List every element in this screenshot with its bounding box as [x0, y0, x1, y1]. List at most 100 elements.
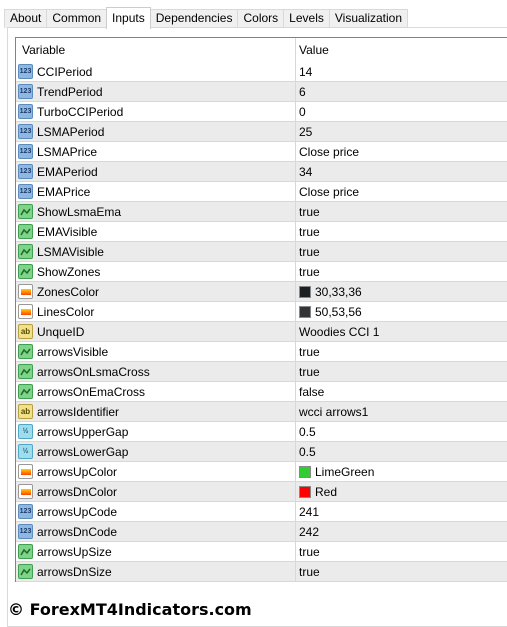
value-cell[interactable]: LimeGreen: [296, 462, 374, 481]
variable-value: true: [299, 264, 320, 279]
table-row[interactable]: ½ arrowsLowerGap 0.5: [16, 442, 507, 462]
value-cell[interactable]: Woodies CCI 1: [296, 322, 379, 341]
table-row[interactable]: ZonesColor 30,33,36: [16, 282, 507, 302]
table-row[interactable]: ab UnqueID Woodies CCI 1: [16, 322, 507, 342]
table-row[interactable]: 123 TrendPeriod 6: [16, 82, 507, 102]
table-row[interactable]: LinesColor 50,53,56: [16, 302, 507, 322]
variable-cell: ½ arrowsUpperGap: [16, 422, 296, 441]
value-cell[interactable]: true: [296, 542, 320, 561]
variable-cell: 123 LSMAPrice: [16, 142, 296, 161]
variable-value: 25: [299, 124, 313, 139]
variable-name: LSMAPrice: [37, 144, 98, 159]
table-row[interactable]: ShowZones true: [16, 262, 507, 282]
variable-cell: LinesColor: [16, 302, 296, 321]
value-cell[interactable]: 6: [296, 82, 306, 101]
tab-visualization[interactable]: Visualization: [328, 9, 409, 28]
value-cell[interactable]: 30,33,36: [296, 282, 362, 301]
value-cell[interactable]: true: [296, 242, 320, 261]
bool-type-icon: [18, 224, 33, 239]
table-row[interactable]: arrowsDnColor Red: [16, 482, 507, 502]
table-row[interactable]: 123 EMAPeriod 34: [16, 162, 507, 182]
value-cell[interactable]: true: [296, 342, 320, 361]
variable-name: arrowsDnSize: [37, 564, 112, 579]
variable-cell: 123 TrendPeriod: [16, 82, 296, 101]
variable-cell: ab UnqueID: [16, 322, 296, 341]
variable-value: 0.5: [299, 444, 316, 459]
column-header-value[interactable]: Value: [296, 38, 329, 62]
variable-cell: ab arrowsIdentifier: [16, 402, 296, 421]
variable-cell: arrowsUpColor: [16, 462, 296, 481]
value-cell[interactable]: 242: [296, 522, 319, 541]
str-type-icon: ab: [18, 404, 33, 419]
variable-name: TrendPeriod: [37, 84, 103, 99]
value-cell[interactable]: true: [296, 262, 320, 281]
table-row[interactable]: arrowsDnSize true: [16, 562, 507, 582]
tab-colors[interactable]: Colors: [237, 9, 285, 28]
variable-value: Close price: [299, 184, 360, 199]
int-type-icon: 123: [18, 524, 33, 539]
table-row[interactable]: 123 LSMAPeriod 25: [16, 122, 507, 142]
table-row[interactable]: 123 arrowsDnCode 242: [16, 522, 507, 542]
table-row[interactable]: arrowsVisible true: [16, 342, 507, 362]
value-cell[interactable]: 14: [296, 62, 312, 81]
variable-name: arrowsLowerGap: [37, 444, 129, 459]
value-cell[interactable]: 0.5: [296, 422, 316, 441]
variable-value: 0.5: [299, 424, 316, 439]
variable-name: LSMAPeriod: [37, 124, 105, 139]
grid-header: Variable Value: [16, 38, 507, 62]
table-row[interactable]: 123 arrowsUpCode 241: [16, 502, 507, 522]
table-row[interactable]: 123 EMAPrice Close price: [16, 182, 507, 202]
table-row[interactable]: arrowsOnEmaCross false: [16, 382, 507, 402]
variable-cell: EMAVisible: [16, 222, 296, 241]
value-cell[interactable]: true: [296, 202, 320, 221]
tab-about[interactable]: About: [4, 9, 48, 28]
table-row[interactable]: LSMAVisible true: [16, 242, 507, 262]
column-header-variable[interactable]: Variable: [16, 38, 296, 62]
value-cell[interactable]: 241: [296, 502, 319, 521]
table-row[interactable]: 123 LSMAPrice Close price: [16, 142, 507, 162]
value-cell[interactable]: 0.5: [296, 442, 316, 461]
tab-inputs[interactable]: Inputs: [106, 7, 151, 29]
table-row[interactable]: 123 TurboCCIPeriod 0: [16, 102, 507, 122]
table-row[interactable]: arrowsOnLsmaCross true: [16, 362, 507, 382]
table-row[interactable]: ½ arrowsUpperGap 0.5: [16, 422, 507, 442]
table-row[interactable]: ShowLsmaEma true: [16, 202, 507, 222]
table-row[interactable]: ab arrowsIdentifier wcci arrows1: [16, 402, 507, 422]
variable-cell: ZonesColor: [16, 282, 296, 301]
variable-cell: arrowsUpSize: [16, 542, 296, 561]
bool-type-icon: [18, 564, 33, 579]
value-cell[interactable]: 50,53,56: [296, 302, 362, 321]
variable-name: arrowsUpColor: [37, 464, 118, 479]
variable-name: UnqueID: [37, 324, 85, 339]
variable-name: arrowsDnCode: [37, 524, 118, 539]
int-type-icon: 123: [18, 504, 33, 519]
tab-dependencies[interactable]: Dependencies: [149, 9, 239, 28]
bool-type-icon: [18, 364, 33, 379]
value-cell[interactable]: 34: [296, 162, 312, 181]
table-row[interactable]: arrowsUpSize true: [16, 542, 507, 562]
tab-common[interactable]: Common: [46, 9, 108, 28]
value-cell[interactable]: true: [296, 562, 320, 581]
bool-type-icon: [18, 544, 33, 559]
value-cell[interactable]: true: [296, 362, 320, 381]
value-cell[interactable]: true: [296, 222, 320, 241]
variable-name: LinesColor: [37, 304, 95, 319]
table-row[interactable]: EMAVisible true: [16, 222, 507, 242]
table-row[interactable]: 123 CCIPeriod 14: [16, 62, 507, 82]
value-cell[interactable]: 0: [296, 102, 306, 121]
value-cell[interactable]: Close price: [296, 182, 359, 201]
tab-levels[interactable]: Levels: [283, 9, 330, 28]
variable-name: LSMAVisible: [37, 244, 104, 259]
variable-name: arrowsDnColor: [37, 484, 118, 499]
table-row[interactable]: arrowsUpColor LimeGreen: [16, 462, 507, 482]
int-type-icon: 123: [18, 64, 33, 79]
color-type-icon: [18, 284, 33, 299]
variable-cell: 123 EMAPrice: [16, 182, 296, 201]
variable-cell: arrowsDnSize: [16, 562, 296, 581]
dbl-type-icon: ½: [18, 444, 33, 459]
value-cell[interactable]: Red: [296, 482, 337, 501]
value-cell[interactable]: 25: [296, 122, 312, 141]
value-cell[interactable]: wcci arrows1: [296, 402, 368, 421]
value-cell[interactable]: false: [296, 382, 324, 401]
value-cell[interactable]: Close price: [296, 142, 359, 161]
